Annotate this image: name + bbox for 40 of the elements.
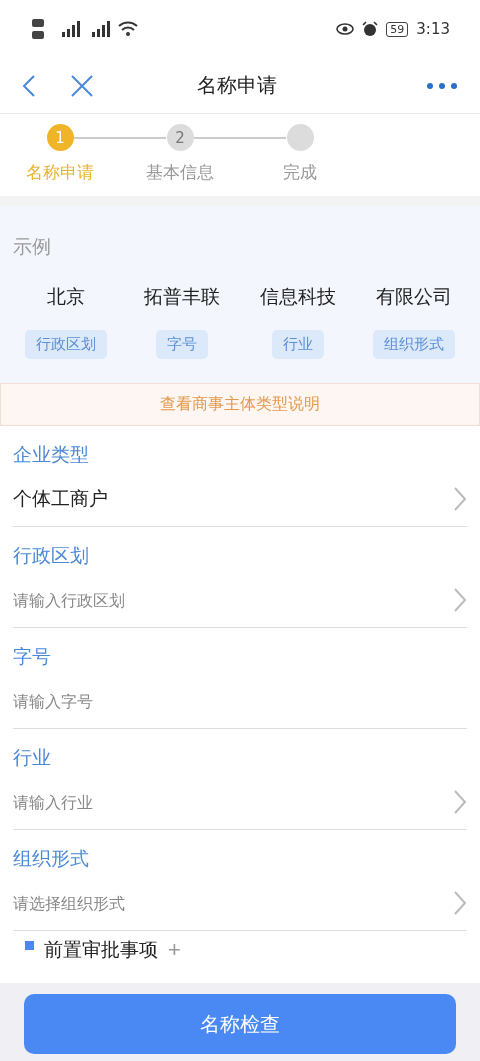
field-label: 字号 xyxy=(13,644,52,669)
step-label: 基本信息 xyxy=(146,161,214,184)
battery-indicator: 59 xyxy=(386,21,409,37)
wifi-icon xyxy=(118,21,138,37)
chevron-right-icon xyxy=(453,789,467,815)
field-label: 组织形式 xyxy=(13,846,90,871)
step-label: 名称申请 xyxy=(26,161,94,184)
step-indicator: 1 xyxy=(46,124,74,151)
example-name-part: 北京 xyxy=(47,284,85,309)
step-indicator: 2 xyxy=(166,124,194,151)
example-name-part: 有限公司 xyxy=(376,284,452,309)
part-tag: 字号 xyxy=(156,330,208,359)
field-label: 行业 xyxy=(13,745,52,770)
field-label: 企业类型 xyxy=(13,442,90,467)
part-tag: 行业 xyxy=(272,330,324,359)
input-field[interactable]: 请输入字号 xyxy=(13,691,467,711)
select-field[interactable]: 请输入行政区划 xyxy=(13,590,453,610)
notice-link[interactable]: 查看商事主体类型说明 xyxy=(0,383,480,426)
step-label: 完成 xyxy=(283,161,317,184)
more-icon xyxy=(426,81,458,90)
select-field[interactable]: 请选择组织形式 xyxy=(13,893,453,913)
chevron-right-icon xyxy=(453,890,467,916)
name-check-button[interactable]: 名称检查 xyxy=(24,994,456,1054)
example-name-part: 信息科技 xyxy=(260,284,336,309)
section-marker-icon xyxy=(25,941,34,950)
part-tag: 行政区划 xyxy=(25,330,107,359)
page-title: 名称申请 xyxy=(196,72,278,99)
chevron-right-icon xyxy=(453,587,467,613)
add-button[interactable]: + xyxy=(168,937,181,963)
select-field[interactable]: 个体工商户 xyxy=(13,488,453,510)
field-label: 行政区划 xyxy=(13,543,90,568)
example-name-part: 拓普丰联 xyxy=(144,284,220,309)
example-title: 示例 xyxy=(12,234,52,259)
alarm-icon xyxy=(362,21,379,37)
eye-icon xyxy=(336,23,355,35)
chevron-right-icon xyxy=(453,486,467,512)
select-field[interactable]: 请输入行业 xyxy=(13,792,453,812)
section-title: 前置审批事项 xyxy=(44,937,158,962)
part-tag: 组织形式 xyxy=(373,330,455,359)
clock-time: 3:13 xyxy=(416,20,450,38)
